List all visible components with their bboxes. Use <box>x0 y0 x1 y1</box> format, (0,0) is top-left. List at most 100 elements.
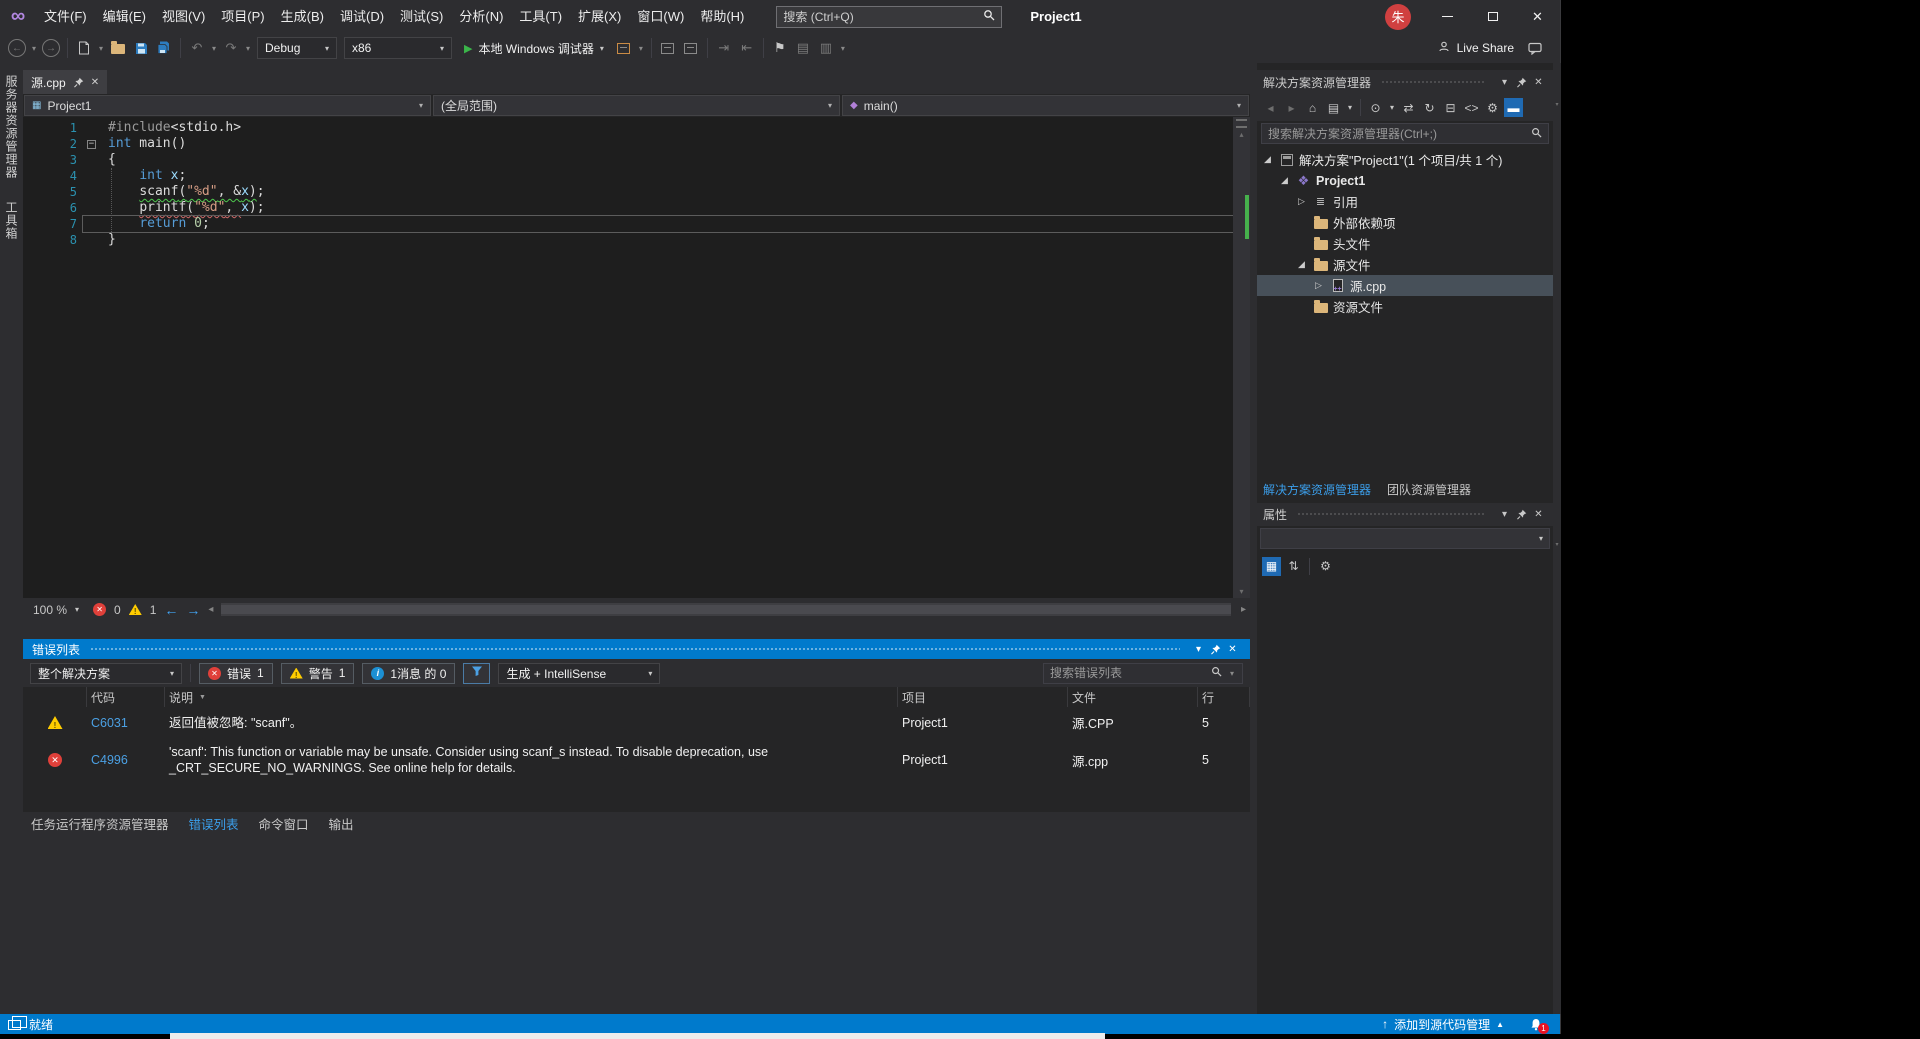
find-in-files-icon[interactable] <box>657 37 679 59</box>
tree-item[interactable]: ▷≣引用 <box>1257 191 1553 212</box>
window-position-icon[interactable]: ▾ <box>1496 509 1513 520</box>
severity-column-header[interactable] <box>23 687 87 707</box>
sync-with-active-document-icon[interactable]: ⇄ <box>1399 98 1418 117</box>
sidebar-vertical-tab[interactable]: 工具箱 <box>3 201 20 240</box>
solution-explorer-search-input[interactable] <box>1268 127 1525 141</box>
save-all-icon[interactable] <box>153 37 175 59</box>
pin-icon[interactable] <box>1513 509 1530 520</box>
menu-item[interactable]: 分析(N) <box>451 0 511 33</box>
next-bookmark-icon[interactable]: ▥ <box>815 37 837 59</box>
error-list-row[interactable]: !C6031返回值被忽略: "scanf"。Project1源.CPP5 <box>23 707 1250 738</box>
menu-item[interactable]: 窗口(W) <box>629 0 692 33</box>
menu-item[interactable]: 工具(T) <box>511 0 570 33</box>
line-number[interactable]: 6 <box>23 200 81 216</box>
tree-item[interactable]: ▷源.cpp <box>1257 275 1553 296</box>
explorer-tab[interactable]: 团队资源管理器 <box>1387 481 1471 498</box>
menu-item[interactable]: 编辑(E) <box>95 0 154 33</box>
solution-configuration-dropdown[interactable]: Debug▾ <box>257 37 337 59</box>
source-filter-dropdown[interactable]: 生成 + IntelliSense▾ <box>498 663 660 684</box>
maximize-button[interactable] <box>1470 0 1515 33</box>
scroll-caret-icon[interactable]: ▾ <box>1553 541 1561 548</box>
bookmark-icon[interactable]: ⚑ <box>769 37 791 59</box>
close-icon[interactable]: ✕ <box>1530 509 1547 520</box>
line-number[interactable]: 7 <box>23 216 81 232</box>
step-out-icon[interactable]: ⇤ <box>736 37 758 59</box>
editor-vertical-scrollbar[interactable]: ▴ ▾ <box>1233 117 1250 598</box>
pin-icon[interactable] <box>1207 644 1224 655</box>
error-list-search-box[interactable]: ▾ <box>1043 663 1243 684</box>
user-avatar[interactable]: 朱 <box>1385 4 1411 30</box>
menu-item[interactable]: 帮助(H) <box>692 0 752 33</box>
quick-search-input[interactable] <box>783 10 983 24</box>
save-icon[interactable] <box>130 37 152 59</box>
tree-item[interactable]: 头文件 <box>1257 233 1553 254</box>
navigate-forward-icon[interactable]: ▸ <box>1282 98 1301 117</box>
zoom-dropdown[interactable]: 100 %▾ <box>27 600 85 620</box>
feedback-icon[interactable] <box>1524 37 1546 59</box>
add-to-source-control-button[interactable]: ↑ 添加到源代码管理 ▲ <box>1382 1016 1504 1033</box>
panel-splitter[interactable] <box>1250 63 1257 1014</box>
menu-item[interactable]: 文件(F) <box>36 0 95 33</box>
warning-count-icon[interactable]: ! <box>129 604 142 615</box>
line-number[interactable]: 5 <box>23 184 81 200</box>
close-button[interactable]: ✕ <box>1515 0 1560 33</box>
tab-source-cpp[interactable]: 源.cpp ✕ <box>23 70 107 94</box>
code-line[interactable]: 1#include<stdio.h> <box>23 120 1233 136</box>
tree-item[interactable]: 资源文件 <box>1257 296 1553 317</box>
filter-caret-icon[interactable]: ▾ <box>1387 98 1397 117</box>
code-line[interactable]: 6 printf("%d", x); <box>23 200 1233 216</box>
scope-filter-dropdown[interactable]: 整个解决方案▾ <box>30 663 182 684</box>
minimize-button[interactable] <box>1425 0 1470 33</box>
collapse-icon[interactable]: ◢ <box>1261 154 1274 165</box>
file-column-header[interactable]: 文件 <box>1068 687 1198 707</box>
panel-tab[interactable]: 错误列表 <box>189 814 239 833</box>
categorized-icon[interactable]: ▦ <box>1262 557 1281 576</box>
error-list-search-input[interactable] <box>1050 666 1205 680</box>
messages-filter-toggle[interactable]: i 1消息 的 0 <box>362 663 455 684</box>
scroll-caret-icon[interactable]: ▾ <box>1553 101 1561 108</box>
code-column-header[interactable]: 代码 <box>87 687 165 707</box>
menu-item[interactable]: 生成(B) <box>273 0 332 33</box>
line-number[interactable]: 8 <box>23 232 81 248</box>
navigate-backward-icon[interactable]: ← <box>164 602 178 618</box>
solution-platform-dropdown[interactable]: x86▾ <box>344 37 452 59</box>
member-dropdown[interactable]: ◆ main() ▾ <box>842 95 1249 116</box>
previous-bookmark-icon[interactable]: ▤ <box>792 37 814 59</box>
quick-search-box[interactable] <box>776 6 1002 28</box>
close-icon[interactable]: ✕ <box>91 77 99 88</box>
attach-to-process-icon[interactable] <box>680 37 702 59</box>
line-column-header[interactable]: 行 <box>1198 687 1250 707</box>
line-number[interactable]: 3 <box>23 152 81 168</box>
background-tasks-icon[interactable] <box>8 1020 21 1030</box>
line-number[interactable]: 2 <box>23 136 81 152</box>
explorer-tab[interactable]: 解决方案资源管理器 <box>1263 481 1371 498</box>
switch-views-caret-icon[interactable]: ▾ <box>1345 98 1355 117</box>
new-project-caret-icon[interactable]: ▾ <box>96 44 106 53</box>
scroll-right-icon[interactable]: ▸ <box>1241 604 1246 615</box>
live-share-button[interactable]: Live Share <box>1437 40 1514 57</box>
tree-item[interactable]: ◢源文件 <box>1257 254 1553 275</box>
redo-caret-icon[interactable]: ▾ <box>243 44 253 53</box>
navigate-forward-icon[interactable]: → <box>186 602 200 618</box>
new-project-icon[interactable] <box>73 37 95 59</box>
home-icon[interactable]: ⌂ <box>1303 98 1322 117</box>
collapse-icon[interactable]: ◢ <box>1278 175 1291 186</box>
error-count-icon[interactable]: ✕ <box>93 603 106 616</box>
toolbar-options-icon[interactable]: ▾ <box>838 44 848 53</box>
warnings-filter-toggle[interactable]: ! 警告 1 <box>281 663 355 684</box>
expand-icon[interactable]: ▷ <box>1312 280 1325 291</box>
debug-target-caret-icon[interactable]: ▾ <box>600 44 604 53</box>
solution-explorer-search-box[interactable] <box>1261 123 1549 144</box>
code-line[interactable]: 5 scanf("%d", &x); <box>23 184 1233 200</box>
error-list-title-bar[interactable]: 错误列表 ▾ ✕ <box>23 639 1250 659</box>
pin-icon[interactable] <box>1513 77 1530 88</box>
code-line[interactable]: 2−int main() <box>23 136 1233 152</box>
description-column-header[interactable]: 说明▼ <box>165 687 898 707</box>
close-icon[interactable]: ✕ <box>1530 77 1547 88</box>
tree-item[interactable]: ◢❖Project1 <box>1257 170 1553 191</box>
collapse-region-icon[interactable]: − <box>87 140 96 149</box>
window-position-icon[interactable]: ▾ <box>1190 644 1207 655</box>
start-debugging-button[interactable]: ▶ 本地 Windows 调试器 ▾ <box>456 37 612 59</box>
menu-item[interactable]: 视图(V) <box>154 0 213 33</box>
code-line[interactable]: 3{ <box>23 152 1233 168</box>
